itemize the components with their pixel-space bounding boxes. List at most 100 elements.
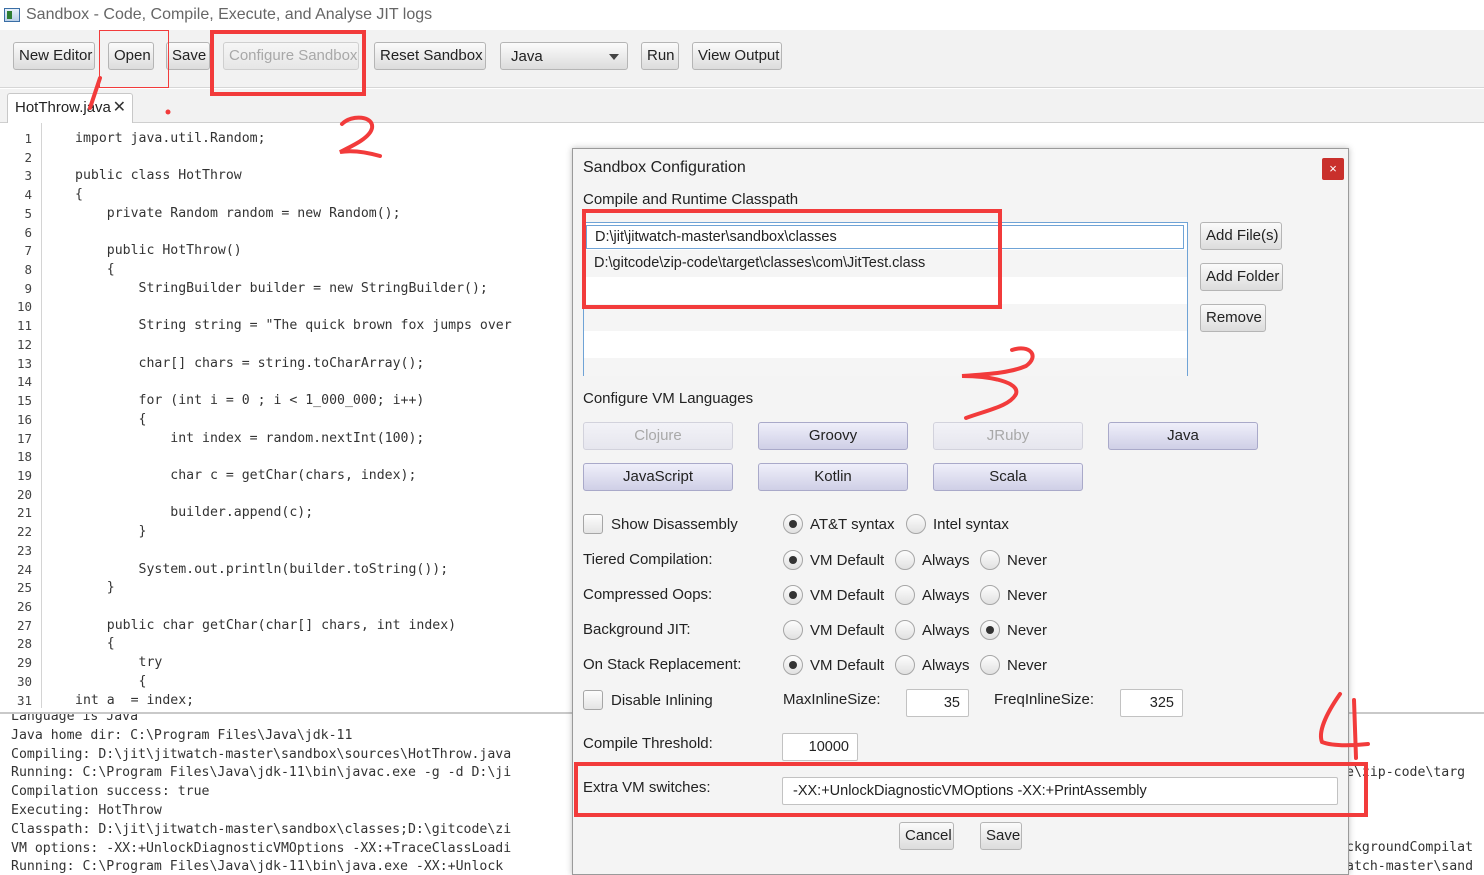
radio-label: VM Default (810, 622, 885, 639)
osr-never-radio[interactable] (980, 655, 1000, 675)
groovy-button[interactable]: Groovy (758, 422, 908, 450)
cancel-button[interactable]: Cancel (899, 822, 954, 850)
code-text: { (75, 411, 147, 427)
osr-label: On Stack Replacement: (583, 656, 742, 673)
code-text: StringBuilder builder = new StringBuilde… (75, 280, 488, 296)
code-text: int a = index; (75, 692, 195, 708)
code-line: 1 import java.util.Random; (0, 129, 1484, 148)
osr-vm-default-radio[interactable] (783, 655, 803, 675)
line-number: 5 (24, 205, 32, 221)
run-button[interactable]: Run (641, 42, 679, 70)
code-text: try (75, 655, 163, 671)
compile-threshold-input[interactable]: 10000 (782, 733, 858, 761)
code-text: private Random random = new Random(); (75, 205, 401, 221)
radio-label: Never (1007, 552, 1048, 569)
oops-always-radio[interactable] (895, 585, 915, 605)
bgjit-vm-default-radio[interactable] (783, 620, 803, 640)
disable-inlining-label: Disable Inlining (611, 692, 713, 709)
max-inline-size-label: MaxInlineSize: (783, 691, 881, 708)
line-number: 12 (16, 336, 32, 352)
javascript-button[interactable]: JavaScript (583, 463, 733, 491)
new-editor-button[interactable]: New Editor (13, 42, 95, 70)
radio-label: Always (922, 622, 970, 639)
code-text: public char getChar(char[] chars, int in… (75, 617, 457, 633)
line-number: 25 (16, 580, 32, 596)
classpath-item[interactable]: D:\gitcode\zip-code\target\classes\com\J… (584, 250, 1187, 277)
vm-languages-label: Configure VM Languages (583, 390, 754, 407)
line-number: 28 (16, 636, 32, 652)
line-number: 21 (16, 505, 32, 521)
radio-label: VM Default (810, 587, 885, 604)
kotlin-button[interactable]: Kotlin (758, 463, 908, 491)
language-select[interactable]: Java (500, 42, 628, 70)
window-title: Sandbox - Code, Compile, Execute, and An… (26, 6, 433, 23)
tab-hotthrow[interactable]: HotThrow.java ✕ (7, 93, 133, 123)
dialog-title: Sandbox Configuration (583, 159, 746, 176)
open-button[interactable]: Open (108, 42, 154, 70)
tiered-never-radio[interactable] (980, 550, 1000, 570)
radio-label: Always (922, 587, 970, 604)
editor-tabbar: HotThrow.java ✕ (0, 89, 1484, 123)
console-line: Running: C:\Program Files\Java\jdk-11\bi… (11, 765, 512, 781)
line-number: 4 (24, 187, 32, 203)
classpath-list[interactable]: D:\jit\jitwatch-master\sandbox\classes D… (583, 222, 1188, 376)
oops-never-radio[interactable] (980, 585, 1000, 605)
tiered-always-radio[interactable] (895, 550, 915, 570)
tab-label: HotThrow.java (15, 99, 111, 116)
code-text: { (75, 187, 83, 203)
show-disassembly-label: Show Disassembly (611, 516, 738, 533)
save-button[interactable]: Save (166, 42, 210, 70)
classpath-item[interactable]: D:\jit\jitwatch-master\sandbox\classes (586, 225, 1184, 249)
add-files-button[interactable]: Add File(s) (1200, 222, 1282, 250)
code-text: } (75, 524, 147, 540)
code-text: char[] chars = string.toCharArray(); (75, 355, 425, 371)
line-number: 18 (16, 449, 32, 465)
intel-syntax-radio[interactable] (906, 514, 926, 534)
line-number: 6 (24, 224, 32, 240)
bgjit-always-radio[interactable] (895, 620, 915, 640)
line-number: 13 (16, 355, 32, 371)
clojure-button[interactable]: Clojure (583, 422, 733, 450)
console-fragment: ckgroundCompilat (1346, 840, 1474, 855)
view-output-button[interactable]: View Output (692, 42, 782, 70)
osr-always-radio[interactable] (895, 655, 915, 675)
line-number: 14 (16, 374, 32, 390)
extra-vm-switches-label: Extra VM switches: (583, 779, 711, 796)
line-number: 27 (16, 617, 32, 633)
show-disassembly-checkbox[interactable] (583, 514, 603, 534)
line-number: 8 (24, 262, 32, 278)
line-number: 24 (16, 561, 32, 577)
jruby-button[interactable]: JRuby (933, 422, 1083, 450)
extra-vm-switches-input[interactable]: -XX:+UnlockDiagnosticVMOptions -XX:+Prin… (782, 777, 1338, 805)
close-icon[interactable]: × (1322, 158, 1344, 180)
line-number: 7 (24, 243, 32, 259)
att-syntax-radio[interactable] (783, 514, 803, 534)
configure-sandbox-button[interactable]: Configure Sandbox (223, 42, 359, 70)
reset-sandbox-button[interactable]: Reset Sandbox (374, 42, 486, 70)
oops-vm-default-radio[interactable] (783, 585, 803, 605)
bgjit-never-radio[interactable] (980, 620, 1000, 640)
toolbar: New Editor Open Save Configure Sandbox R… (0, 30, 1484, 88)
save-config-button[interactable]: Save (980, 822, 1022, 850)
scala-button[interactable]: Scala (933, 463, 1083, 491)
disable-inlining-checkbox[interactable] (583, 690, 603, 710)
line-number: 16 (16, 411, 32, 427)
max-inline-size-input[interactable]: 35 (906, 689, 969, 717)
close-icon[interactable]: ✕ (113, 94, 126, 122)
remove-button[interactable]: Remove (1200, 304, 1266, 332)
radio-label: Never (1007, 657, 1048, 674)
line-number: 23 (16, 542, 32, 558)
add-folder-button[interactable]: Add Folder (1200, 263, 1283, 291)
code-text: char c = getChar(chars, index); (75, 467, 417, 483)
console-line: Compilation success: true (11, 784, 210, 800)
line-number: 30 (16, 673, 32, 689)
att-syntax-label: AT&T syntax (810, 516, 895, 533)
code-text: public HotThrow() (75, 243, 242, 259)
java-button[interactable]: Java (1108, 422, 1258, 450)
code-text: int index = random.nextInt(100); (75, 430, 425, 446)
code-text: builder.append(c); (75, 505, 314, 521)
freq-inline-size-input[interactable]: 325 (1120, 689, 1183, 717)
line-number: 11 (16, 318, 32, 334)
console-fragment: e\zip-code\targ (1346, 765, 1466, 780)
tiered-vm-default-radio[interactable] (783, 550, 803, 570)
